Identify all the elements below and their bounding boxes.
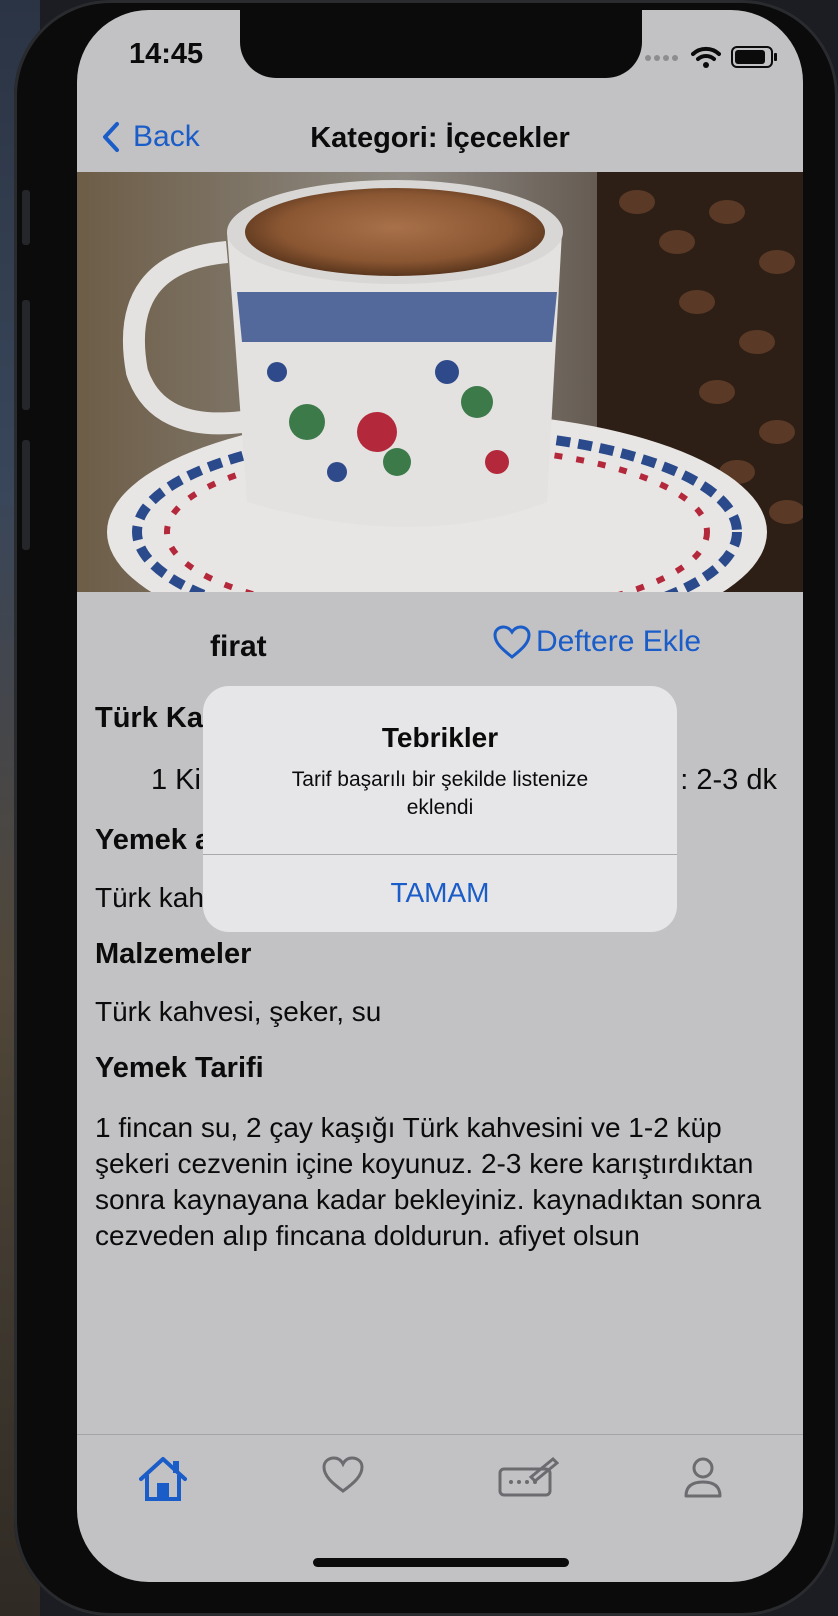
add-to-notebook-button[interactable]: Deftere Ekle	[492, 624, 701, 660]
recipe-author: firat	[210, 630, 267, 663]
prep-time: : 2-3 dk	[680, 764, 777, 796]
phone-frame: 14:45 Back Kategori: İçecekler firat Def…	[14, 0, 838, 1616]
wifi-icon	[691, 46, 721, 68]
side-button	[22, 190, 30, 245]
alert-title: Tebrikler	[381, 722, 499, 753]
recipe-name-heading: Türk Ka	[95, 702, 203, 734]
cellular-signal-icon	[645, 48, 681, 66]
serving-info: 1 Ki	[151, 764, 201, 796]
battery-icon	[731, 46, 777, 68]
ingredients-text: Türk kahvesi, şeker, su	[95, 996, 382, 1027]
tab-home[interactable]	[137, 1455, 197, 1507]
page-title: Kategori: İçecekler	[310, 122, 570, 154]
app-screen: 14:45 Back Kategori: İçecekler firat Def…	[77, 10, 803, 1582]
side-button	[22, 300, 30, 410]
instructions-heading: Yemek Tarifi	[95, 1052, 264, 1084]
person-icon	[684, 1457, 722, 1498]
instructions-text: 1 fincan su, 2 çay kaşığı Türk kahvesini…	[95, 1112, 762, 1251]
heart-icon	[493, 625, 531, 659]
alert-ok-button[interactable]: TAMAM	[203, 854, 677, 932]
add-to-notebook-label: Deftere Ekle	[536, 625, 702, 658]
tab-add-recipe[interactable]	[497, 1455, 560, 1507]
home-icon	[139, 1457, 187, 1501]
status-icons	[645, 46, 777, 68]
status-time: 14:45	[129, 38, 204, 70]
home-indicator[interactable]	[313, 1558, 569, 1567]
navigation-bar: Back Kategori: İçecekler	[77, 106, 803, 166]
tab-favorites[interactable]	[321, 1455, 381, 1507]
alert-message: Tarif başarılı bir şekilde listenize ekl…	[291, 768, 589, 819]
ingredients-heading: Malzemeler	[95, 938, 252, 970]
recipe-photo	[77, 172, 803, 592]
side-button	[22, 440, 30, 550]
about-heading: Yemek a	[95, 824, 212, 856]
success-alert-dialog: Tebrikler Tarif başarılı bir şekilde lis…	[203, 686, 677, 932]
tab-profile[interactable]	[681, 1455, 741, 1507]
heart-icon	[322, 1456, 364, 1493]
keyboard-edit-icon	[498, 1456, 560, 1497]
notch	[240, 10, 642, 78]
